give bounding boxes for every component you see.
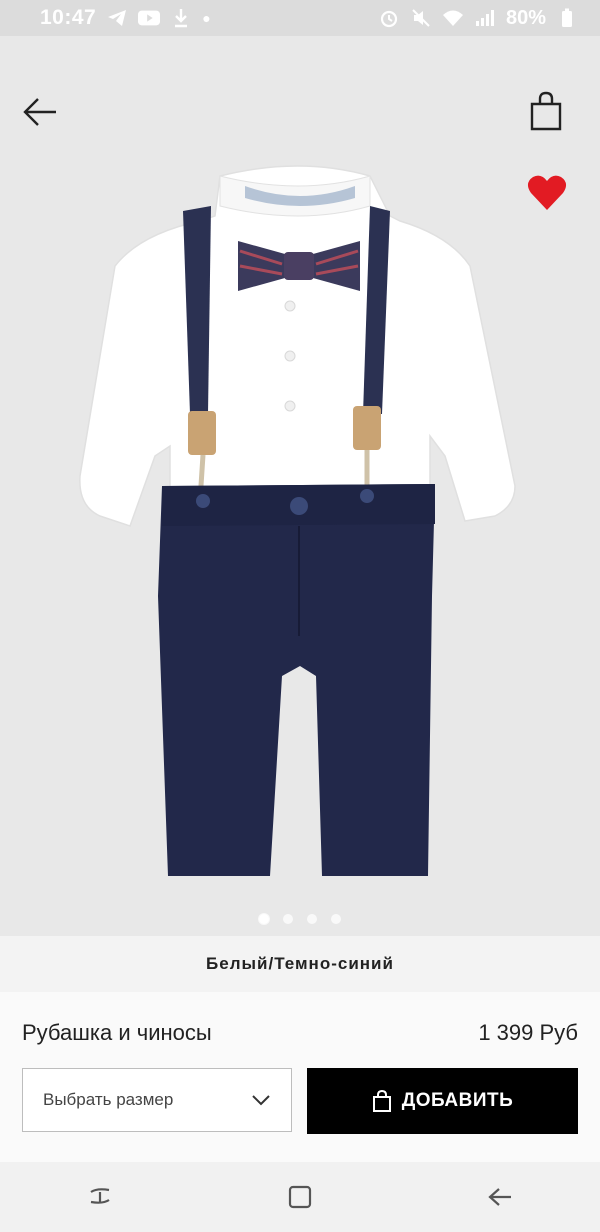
home-icon [288,1185,312,1209]
product-info-panel: Рубашка и чиносы 1 399 Руб Выбрать разме… [0,992,600,1162]
status-bar: 10:47 ● 80% [0,0,600,36]
favorite-button[interactable] [527,174,567,212]
back-icon [488,1188,511,1206]
recents-icon [90,1188,110,1204]
system-nav-bar [0,1162,600,1232]
shopping-bag-icon [530,91,562,131]
system-back-button[interactable] [480,1177,520,1217]
youtube-icon [138,7,161,29]
color-label: Белый/Темно-синий [0,936,600,993]
signal-icon [474,7,496,29]
pagination-dot[interactable] [307,914,317,924]
wifi-icon [442,7,464,29]
battery-level: 80% [505,6,546,29]
pagination-dot[interactable] [259,914,269,924]
back-button[interactable] [22,94,58,130]
mute-icon [410,7,432,29]
recents-button[interactable] [80,1177,120,1217]
size-select[interactable]: Выбрать размер [22,1068,292,1132]
telegram-icon [106,7,128,29]
gallery-pagination [0,914,600,924]
product-image [79,165,516,876]
bag-icon [372,1090,391,1112]
status-right: 80% [378,7,578,30]
add-to-bag-label: ДОБАВИТЬ [401,1090,514,1111]
product-gallery[interactable] [0,36,600,936]
add-to-bag-button[interactable]: ДОБАВИТЬ [307,1068,578,1134]
alarm-icon [378,7,400,29]
download-icon [170,7,192,29]
product-name: Рубашка и чиносы [22,1020,212,1045]
notification-dot-icon: ● [202,10,211,26]
status-time: 10:47 [40,6,97,29]
home-button[interactable] [280,1177,320,1217]
shopping-bag-button[interactable] [528,91,564,131]
heart-icon [527,175,567,210]
product-price: 1 399 Руб [478,1020,578,1045]
back-arrow-icon [23,98,56,126]
chevron-down-icon [252,1095,270,1106]
battery-icon [556,7,578,29]
pagination-dot[interactable] [283,914,293,924]
size-select-label: Выбрать размер [43,1090,174,1109]
status-left: 10:47 ● [40,6,211,30]
pagination-dot[interactable] [331,914,341,924]
